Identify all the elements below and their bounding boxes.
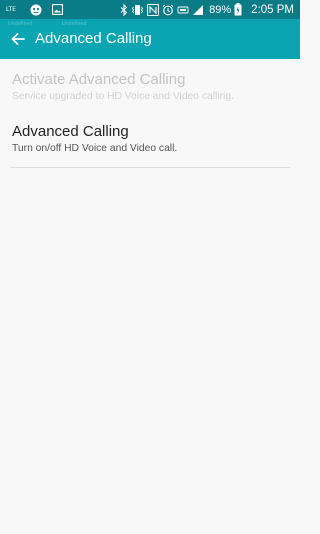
signal-icon bbox=[192, 4, 204, 16]
alarm-icon bbox=[162, 4, 174, 16]
volte-icon bbox=[177, 4, 189, 16]
back-arrow-icon bbox=[11, 33, 25, 45]
battery-percent: 89% bbox=[209, 3, 232, 16]
nfc-icon bbox=[147, 3, 160, 16]
back-button[interactable] bbox=[8, 29, 28, 49]
image-notification-icon bbox=[52, 4, 63, 15]
ghost-label-right: Undefined bbox=[62, 21, 87, 27]
lte-icon: LTE bbox=[6, 5, 16, 13]
battery-charging-icon bbox=[234, 3, 242, 16]
setting-row-advanced-calling[interactable]: Advanced Calling Turn on/off HD Voice an… bbox=[0, 114, 300, 168]
vibrate-icon bbox=[131, 4, 144, 16]
page-title: Advanced Calling bbox=[35, 30, 152, 47]
app-bar: Undefined Undefined Advanced Calling bbox=[0, 19, 300, 59]
bluetooth-icon bbox=[120, 3, 128, 16]
status-bar: LTE 89% 2:05 PM bbox=[0, 0, 300, 19]
status-left-icons: LTE bbox=[6, 2, 73, 17]
divider bbox=[10, 167, 290, 168]
setting-subtitle: Turn on/off HD Voice and Video call. bbox=[12, 143, 178, 154]
status-right-icons: 89% 2:05 PM bbox=[120, 0, 294, 19]
settings-list: Activate Advanced Calling Service upgrad… bbox=[0, 59, 300, 168]
setting-subtitle: Service upgraded to HD Voice and Video c… bbox=[12, 91, 234, 102]
face-notification-icon bbox=[30, 4, 42, 15]
setting-row-activate-advanced-calling: Activate Advanced Calling Service upgrad… bbox=[0, 59, 300, 114]
setting-title: Activate Advanced Calling bbox=[12, 71, 186, 88]
clock: 2:05 PM bbox=[251, 3, 294, 16]
setting-title: Advanced Calling bbox=[12, 123, 129, 140]
ghost-label-left: Undefined bbox=[8, 21, 33, 27]
